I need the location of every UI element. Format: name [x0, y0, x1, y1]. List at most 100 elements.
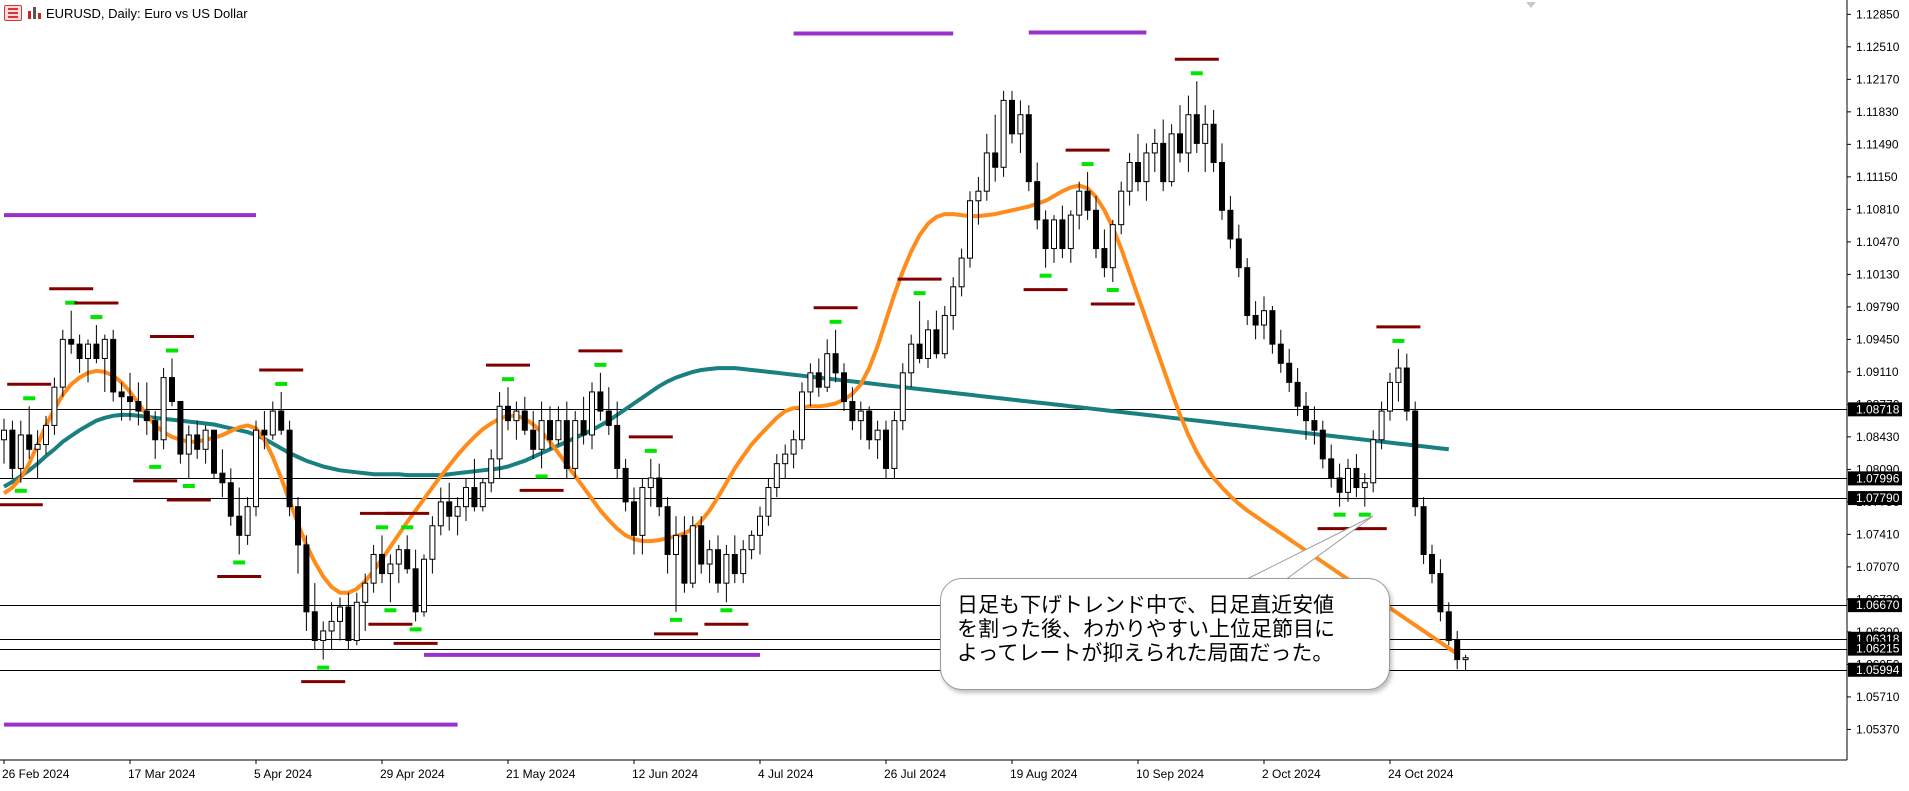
y-tick-label: 1.10470: [1856, 235, 1900, 249]
candle-body: [320, 630, 327, 642]
candle: [1403, 353, 1410, 421]
candle: [740, 540, 747, 584]
candle: [866, 406, 873, 450]
candle: [589, 382, 595, 450]
candle: [211, 429, 217, 478]
candle: [538, 401, 545, 469]
candle-body: [1042, 219, 1049, 250]
candle-body: [471, 487, 478, 508]
candle: [286, 420, 293, 517]
candle: [1126, 152, 1133, 206]
candle: [1151, 129, 1158, 173]
candle: [1067, 210, 1074, 263]
shift-marker-icon: [1526, 2, 1536, 8]
candle-body: [127, 396, 133, 403]
candle-body: [656, 477, 663, 508]
candle-body: [446, 501, 453, 517]
candle: [320, 621, 327, 660]
candle-body: [303, 544, 310, 613]
candle: [1059, 205, 1066, 259]
candle: [505, 387, 511, 431]
candle: [530, 411, 537, 459]
candle-body: [9, 429, 16, 469]
candle: [841, 363, 847, 412]
candle: [1328, 444, 1335, 488]
y-tick-label: 1.11830: [1856, 105, 1899, 119]
candle-body: [740, 549, 747, 575]
candle: [1210, 109, 1217, 173]
candle-body: [799, 391, 805, 441]
candle: [110, 329, 117, 402]
candle: [244, 497, 251, 545]
candle: [622, 458, 629, 512]
candle: [1286, 348, 1293, 392]
candle-body: [1009, 99, 1015, 135]
chart-list-icon[interactable]: [4, 5, 22, 21]
candle-mode-icon[interactable]: [26, 6, 42, 20]
candle: [647, 458, 654, 507]
candle-body: [261, 429, 268, 436]
candle-body: [1051, 219, 1057, 250]
candle: [1437, 559, 1444, 622]
candle-body: [311, 611, 318, 642]
y-tick-label: 1.09450: [1856, 332, 1900, 346]
candle: [1370, 430, 1377, 493]
x-tick-label: 4 Jul 2024: [758, 767, 814, 781]
candle-body: [1361, 482, 1368, 489]
candle-body: [1328, 458, 1335, 479]
candle-body: [1353, 467, 1360, 489]
candle-body: [1193, 114, 1200, 144]
candle: [1093, 195, 1099, 259]
candle-body: [244, 506, 251, 536]
candle-body: [521, 410, 528, 431]
candle-body: [824, 353, 831, 388]
candle: [160, 368, 167, 450]
candle-body: [731, 553, 738, 575]
candle: [421, 554, 427, 617]
y-tick-label: 1.11490: [1856, 137, 1899, 151]
candle-body: [866, 410, 873, 441]
candle: [177, 401, 184, 464]
candle-body: [841, 372, 847, 403]
candle: [874, 420, 881, 459]
candle: [597, 372, 604, 421]
candle-body: [1126, 162, 1133, 192]
candle-body: [941, 314, 948, 355]
candle: [572, 411, 579, 478]
callout-line-1: 日足も下げトレンド中で、日足直近安値: [957, 593, 1335, 617]
y-tick-label: 1.08430: [1856, 430, 1900, 444]
candle-body: [765, 487, 772, 517]
candle-body: [479, 482, 486, 508]
candle-body: [1319, 429, 1326, 460]
candle-body: [782, 453, 789, 465]
candle-body: [832, 353, 839, 374]
candle: [1429, 544, 1435, 584]
callout-line-3: よってレートが抑えられた局面だった。: [957, 641, 1334, 665]
candle-body: [1311, 420, 1318, 431]
candle-body: [93, 343, 100, 359]
candle: [967, 191, 973, 268]
candle-body: [85, 343, 91, 359]
candle: [68, 310, 75, 354]
candle-body: [698, 525, 705, 565]
candle-body: [1227, 209, 1234, 240]
candle: [933, 310, 940, 359]
candle-body: [219, 472, 226, 484]
x-tick-label: 29 Apr 2024: [380, 767, 445, 781]
candle-body: [1294, 381, 1301, 407]
candle: [1025, 105, 1032, 192]
candle-body: [185, 434, 192, 455]
candle: [169, 358, 175, 407]
candle-body: [1185, 114, 1192, 154]
candle-body: [925, 329, 931, 359]
candle-body: [412, 568, 419, 613]
candle-body: [463, 487, 469, 508]
candle: [135, 382, 142, 426]
candle-body: [1017, 114, 1024, 135]
candle: [278, 391, 285, 435]
candle: [815, 358, 822, 397]
candle-body: [757, 515, 763, 536]
candle-body: [790, 439, 797, 455]
candle-body: [1370, 439, 1377, 484]
candle: [925, 320, 931, 369]
